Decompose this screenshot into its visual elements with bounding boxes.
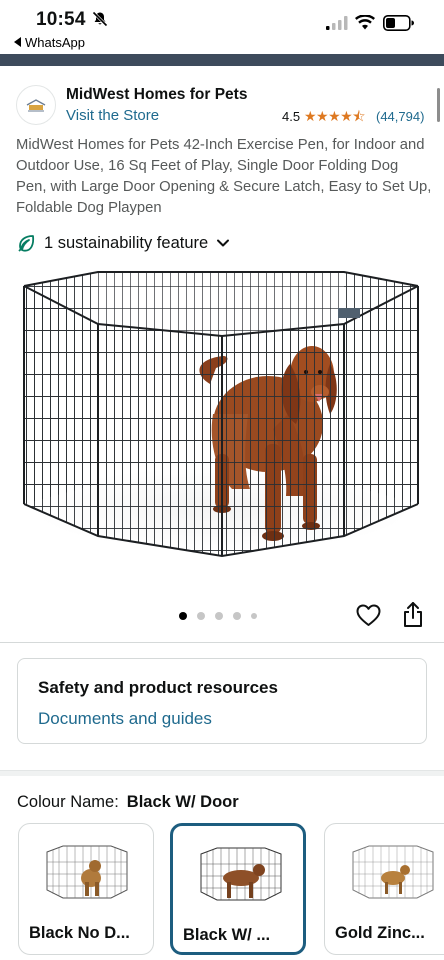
colour-swatch-black-with-door[interactable]: Black W/ ...: [170, 823, 306, 955]
rating-value: 4.5: [282, 109, 301, 124]
colour-swatch-gold-zinc[interactable]: Gold Zinc...: [324, 823, 444, 955]
back-app-label: WhatsApp: [25, 35, 85, 50]
chevron-down-icon: [217, 239, 230, 247]
back-to-app-link[interactable]: WhatsApp: [14, 35, 85, 50]
colour-name-row: Colour Name: Black W/ Door: [17, 793, 239, 812]
swatch-image: [200, 847, 282, 901]
status-time: 10:54: [36, 9, 86, 30]
status-bar: 10:54 WhatsApp: [0, 0, 444, 54]
carousel-dot[interactable]: [215, 612, 223, 620]
documents-guides-link[interactable]: Documents and guides: [38, 709, 212, 729]
swatch-label: Gold Zinc...: [335, 924, 425, 942]
swatch-label: Black No D...: [29, 924, 130, 942]
battery-icon: [383, 15, 414, 31]
pen-tag: [338, 308, 360, 318]
resources-title: Safety and product resources: [38, 678, 278, 697]
carousel-dot[interactable]: [197, 612, 205, 620]
product-title: MidWest Homes for Pets 42-Inch Exercise …: [16, 137, 432, 216]
visit-store-link[interactable]: Visit the Store: [66, 107, 159, 124]
scrollbar-thumb[interactable]: [437, 88, 440, 122]
colour-swatch-black-no-door[interactable]: Black No D...: [18, 823, 154, 955]
wifi-icon: [355, 15, 375, 30]
sustainability-label: 1 sustainability feature: [44, 233, 209, 252]
rating-count-link[interactable]: (44,794): [376, 109, 424, 124]
cellular-signal-icon: [326, 16, 348, 30]
sustainability-feature-toggle[interactable]: 1 sustainability feature: [16, 232, 230, 254]
bell-off-icon: [92, 11, 108, 27]
colour-name-value: Black W/ Door: [126, 793, 239, 811]
image-carousel-dots[interactable]: [179, 612, 267, 620]
brand-logo[interactable]: [16, 85, 56, 125]
back-arrow-icon: [14, 37, 21, 47]
swatch-image: [352, 845, 434, 899]
rating-stars[interactable]: ★★★★⯪: [304, 109, 365, 123]
section-divider: [0, 770, 444, 776]
carousel-dot[interactable]: [251, 613, 257, 619]
swatch-image: [46, 845, 128, 899]
carousel-dot[interactable]: [233, 612, 241, 620]
colour-name-key: Colour Name:: [17, 793, 119, 811]
swatch-label: Black W/ ...: [183, 926, 271, 944]
brand-header: MidWest Homes for Pets Visit the Store 4…: [0, 66, 444, 132]
carousel-dot[interactable]: [179, 612, 187, 620]
product-image[interactable]: [18, 264, 426, 576]
share-icon[interactable]: [402, 601, 424, 628]
heart-icon[interactable]: [356, 604, 381, 627]
colour-swatches: Black No D... Black W/ ... Gold Zinc...: [0, 823, 444, 960]
leaf-icon: [18, 235, 35, 252]
brand-name: MidWest Homes for Pets: [66, 86, 248, 103]
safety-resources-card: Safety and product resources Documents a…: [17, 658, 427, 744]
top-banner-strip: [0, 54, 444, 66]
section-divider: [0, 642, 444, 643]
brand-logo-icon: [26, 99, 46, 112]
